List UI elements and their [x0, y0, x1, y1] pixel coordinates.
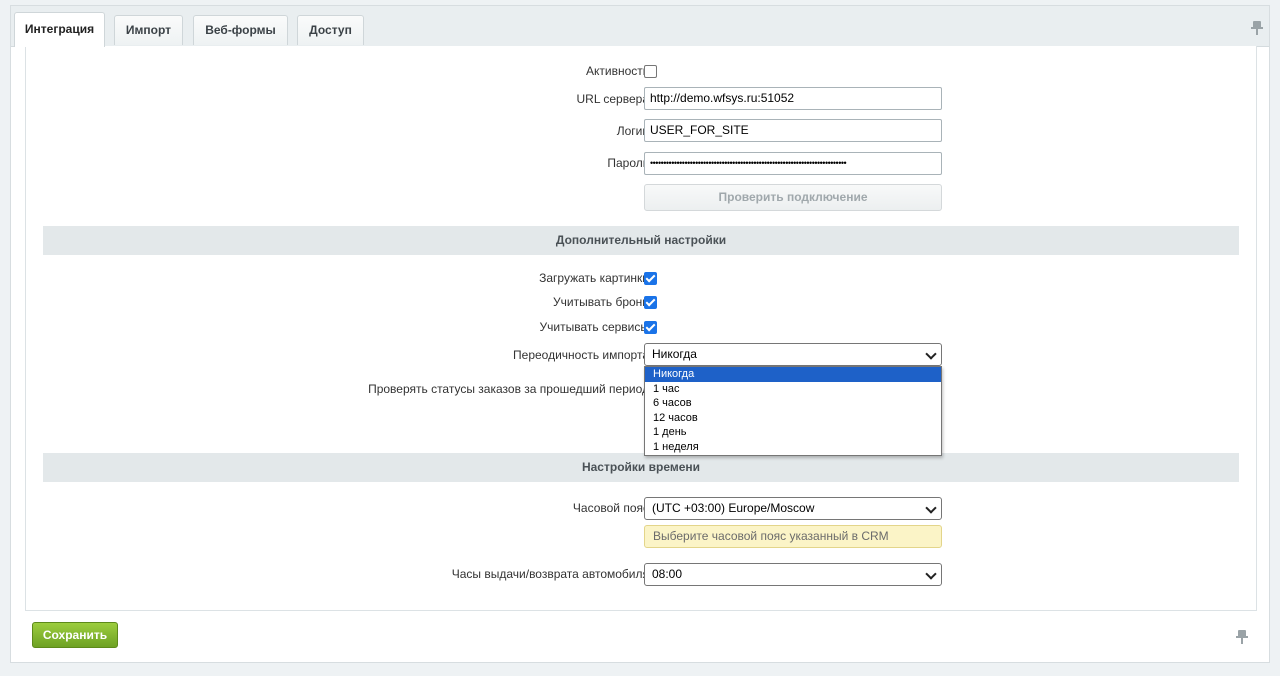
- url-input[interactable]: http://demo.wfsys.ru:51052: [644, 87, 942, 110]
- pin-icon[interactable]: [1251, 21, 1263, 35]
- timezone-hint: Выберите часовой пояс указанный в CRM: [644, 525, 942, 548]
- dropdown-option[interactable]: 12 часов: [645, 411, 941, 426]
- import-period-select[interactable]: Никогда: [644, 343, 942, 366]
- tab-web-forms[interactable]: Веб-формы: [193, 15, 288, 45]
- tab-access[interactable]: Доступ: [297, 15, 364, 45]
- dropdown-option[interactable]: Никогда: [645, 367, 941, 382]
- save-button[interactable]: Сохранить: [32, 622, 118, 648]
- tab-integration[interactable]: Интеграция: [14, 12, 105, 47]
- check-statuses-label: Проверять статусы заказов за прошедший п…: [368, 382, 649, 396]
- active-checkbox[interactable]: [644, 65, 657, 78]
- dropdown-option[interactable]: 6 часов: [645, 396, 941, 411]
- check-connection-button[interactable]: Проверить подключение: [644, 184, 942, 211]
- password-label: Пароль: [607, 156, 649, 170]
- dropdown-option[interactable]: 1 неделя: [645, 440, 941, 455]
- active-label: Активность: [585, 64, 649, 78]
- import-period-dropdown: Никогда 1 час 6 часов 12 часов 1 день 1 …: [644, 366, 942, 456]
- timezone-value: (UTC +03:00) Europe/Moscow: [652, 501, 815, 515]
- additional-settings-header: Дополнительный настройки: [43, 226, 1239, 255]
- timezone-select[interactable]: (UTC +03:00) Europe/Moscow: [644, 497, 942, 520]
- chevron-down-icon: [925, 502, 937, 514]
- services-label: Учитывать сервисы: [539, 320, 649, 334]
- hours-value: 08:00: [652, 567, 683, 581]
- import-period-value: Никогда: [652, 347, 697, 361]
- pin-icon-bottom[interactable]: [1236, 630, 1248, 644]
- load-images-label: Загружать картинки: [539, 271, 649, 285]
- dropdown-option[interactable]: 1 час: [645, 382, 941, 397]
- bookings-label: Учитывать брони: [553, 295, 649, 309]
- login-input[interactable]: USER_FOR_SITE: [644, 119, 942, 142]
- hours-label: Часы выдачи/возврата автомобиля: [451, 567, 649, 581]
- password-input[interactable]: ••••••••••••••••••••••••••••••••••••••••…: [644, 152, 942, 175]
- tab-bar: Интеграция Импорт Веб-формы Доступ: [11, 6, 1269, 47]
- url-label: URL сервера: [576, 92, 649, 106]
- import-period-label: Переодичность импорта: [513, 348, 649, 362]
- bookings-checkbox[interactable]: [644, 296, 657, 309]
- chevron-down-icon: [925, 568, 937, 580]
- services-checkbox[interactable]: [644, 321, 657, 334]
- dropdown-option[interactable]: 1 день: [645, 425, 941, 440]
- chevron-down-icon: [925, 348, 937, 360]
- load-images-checkbox[interactable]: [644, 272, 657, 285]
- hours-select[interactable]: 08:00: [644, 563, 942, 586]
- tab-import[interactable]: Импорт: [114, 15, 183, 45]
- time-settings-header: Настройки времени: [43, 453, 1239, 482]
- timezone-label: Часовой пояс: [572, 501, 649, 515]
